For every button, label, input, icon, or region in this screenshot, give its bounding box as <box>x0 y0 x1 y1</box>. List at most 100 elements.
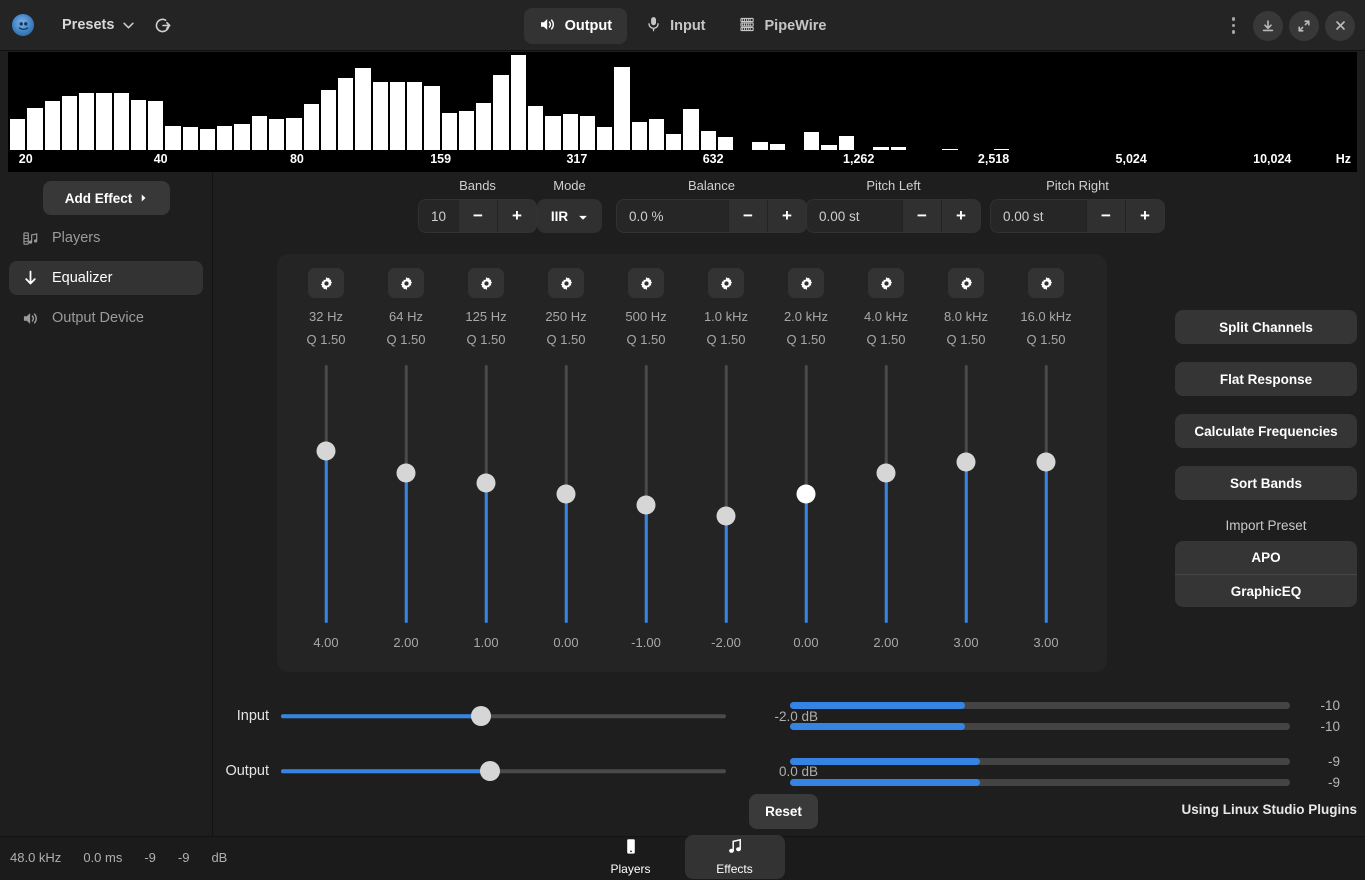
tab-pipewire[interactable]: PipeWire <box>725 8 842 44</box>
mode-dropdown[interactable]: IIR <box>537 199 602 233</box>
eq-band-q: Q 1.50 <box>1026 332 1066 347</box>
pitch-left-plus-button[interactable]: + <box>941 200 980 232</box>
nav-players-button[interactable]: Players <box>581 835 681 879</box>
eq-band: 32 Hz Q 1.50 4.00 <box>293 254 359 650</box>
pitch-left-value[interactable]: 0.00 st <box>807 200 902 232</box>
eq-band-gain-slider[interactable] <box>613 365 679 623</box>
nav-effects-button[interactable]: Effects <box>684 835 785 879</box>
input-gain-slider[interactable] <box>281 706 726 726</box>
input-slider-handle[interactable] <box>471 706 492 726</box>
sidebar-item-output-device[interactable]: Output Device <box>9 301 203 335</box>
sidebar-item-players[interactable]: Players <box>9 221 203 255</box>
import-graphiceq-button[interactable]: GraphicEQ <box>1175 574 1357 607</box>
eq-band-slider-handle[interactable] <box>1036 452 1056 472</box>
eq-band-slider-handle[interactable] <box>796 484 816 504</box>
eq-band-gain-value: 2.00 <box>393 635 419 650</box>
eq-band-gain-slider[interactable] <box>533 365 599 623</box>
eq-band-slider-fill <box>484 483 488 623</box>
balance-minus-button[interactable]: − <box>728 200 767 232</box>
bands-plus-button[interactable]: + <box>497 200 536 232</box>
output-slider-handle[interactable] <box>480 761 501 781</box>
bands-label: Bands <box>459 178 496 193</box>
spectrum-frequency-axis: 20 40 80 159 317 632 1,262 2,518 5,024 10,024 Hz <box>8 150 1357 172</box>
eq-band-q: Q 1.50 <box>866 332 906 347</box>
eq-band-gain-slider[interactable] <box>1013 365 1079 623</box>
tab-output[interactable]: Output <box>523 8 628 44</box>
meter-fill <box>790 702 965 709</box>
pitch-right-minus-button[interactable]: − <box>1086 200 1125 232</box>
bands-minus-button[interactable]: − <box>458 200 497 232</box>
speaker-icon <box>22 311 39 326</box>
fullscreen-icon[interactable] <box>1289 10 1319 41</box>
gear-icon[interactable] <box>628 268 664 298</box>
download-icon[interactable] <box>1253 10 1283 41</box>
balance-plus-button[interactable]: + <box>767 200 806 232</box>
pitch-right-plus-button[interactable]: + <box>1125 200 1164 232</box>
input-gain-row: Input -2.0 dB <box>213 706 818 726</box>
header-left-group: Presets <box>0 8 180 42</box>
output-gain-slider[interactable] <box>281 761 726 781</box>
spectrum-axis-tick: 632 <box>702 152 724 166</box>
eq-band-slider-handle[interactable] <box>476 473 496 493</box>
eq-band-gain-slider[interactable] <box>933 365 999 623</box>
eq-band-gain-slider[interactable] <box>453 365 519 623</box>
eq-band-slider-handle[interactable] <box>956 452 976 472</box>
calculate-frequencies-button[interactable]: Calculate Frequencies <box>1175 414 1357 448</box>
gear-icon[interactable] <box>868 268 904 298</box>
eq-band-slider-handle[interactable] <box>556 484 576 504</box>
tab-input[interactable]: Input <box>631 8 720 44</box>
mode-value: IIR <box>550 208 569 224</box>
eq-band-slider-fill <box>884 472 888 623</box>
eq-band-gain-slider[interactable] <box>693 365 759 623</box>
bands-value[interactable]: 10 <box>419 200 458 232</box>
flat-response-button[interactable]: Flat Response <box>1175 362 1357 396</box>
add-effect-button[interactable]: Add Effect <box>42 181 170 215</box>
split-channels-button[interactable]: Split Channels <box>1175 310 1357 344</box>
players-icon <box>22 231 39 246</box>
eq-band-gain-value: 0.00 <box>793 635 819 650</box>
import-apo-button[interactable]: APO <box>1175 541 1357 574</box>
sort-bands-button[interactable]: Sort Bands <box>1175 466 1357 500</box>
pitch-left-minus-button[interactable]: − <box>902 200 941 232</box>
eq-band-frequency: 1.0 kHz <box>703 309 749 324</box>
reload-preset-icon[interactable] <box>146 8 180 42</box>
close-icon[interactable] <box>1325 10 1355 41</box>
gear-icon[interactable] <box>708 268 744 298</box>
eq-band: 4.0 kHz Q 1.50 2.00 <box>853 254 919 650</box>
pitch-right-value[interactable]: 0.00 st <box>991 200 1086 232</box>
bands-spinner: 10 − + <box>418 199 537 233</box>
eq-band-slider-handle[interactable] <box>396 463 416 482</box>
gear-icon[interactable] <box>388 268 424 298</box>
reset-button[interactable]: Reset <box>749 794 818 829</box>
eq-band-gain-slider[interactable] <box>293 365 359 623</box>
gear-icon[interactable] <box>548 268 584 298</box>
status-readout: 48.0 kHz 0.0 ms -9 -9 dB <box>10 850 227 865</box>
output-label: Output <box>225 763 269 779</box>
gear-icon[interactable] <box>788 268 824 298</box>
eq-band-slider-handle[interactable] <box>876 463 896 482</box>
eq-band-q: Q 1.50 <box>386 332 426 347</box>
gear-icon[interactable] <box>308 268 344 298</box>
spectrum-axis-tick: 317 <box>566 152 588 166</box>
input-meter-right-value: -10 <box>1320 719 1340 734</box>
sidebar-item-equalizer[interactable]: Equalizer <box>9 261 203 295</box>
gear-icon[interactable] <box>1028 268 1064 298</box>
eq-band-gain-slider[interactable] <box>773 365 839 623</box>
balance-value[interactable]: 0.0 % <box>617 200 728 232</box>
effects-sidebar: Add Effect Players Equalizer Output Devi… <box>0 172 213 836</box>
eq-band-slider-handle[interactable] <box>716 506 736 525</box>
status-sample-rate: 48.0 kHz <box>10 850 62 865</box>
eq-band-gain-value: 4.00 <box>313 635 339 650</box>
eq-band-slider-handle[interactable] <box>316 441 336 461</box>
presets-button[interactable]: Presets <box>52 11 144 39</box>
status-level-left: -9 <box>144 850 156 865</box>
gear-icon[interactable] <box>468 268 504 298</box>
spectrum-axis-tick: 20 <box>18 152 33 166</box>
input-meter-left <box>790 702 1290 709</box>
spectrum-axis-tick: 159 <box>430 152 452 166</box>
overflow-menu-icon[interactable] <box>1220 17 1248 34</box>
eq-band-gain-slider[interactable] <box>373 365 439 623</box>
gear-icon[interactable] <box>948 268 984 298</box>
eq-band-slider-handle[interactable] <box>636 495 656 515</box>
eq-band-gain-slider[interactable] <box>853 365 919 623</box>
